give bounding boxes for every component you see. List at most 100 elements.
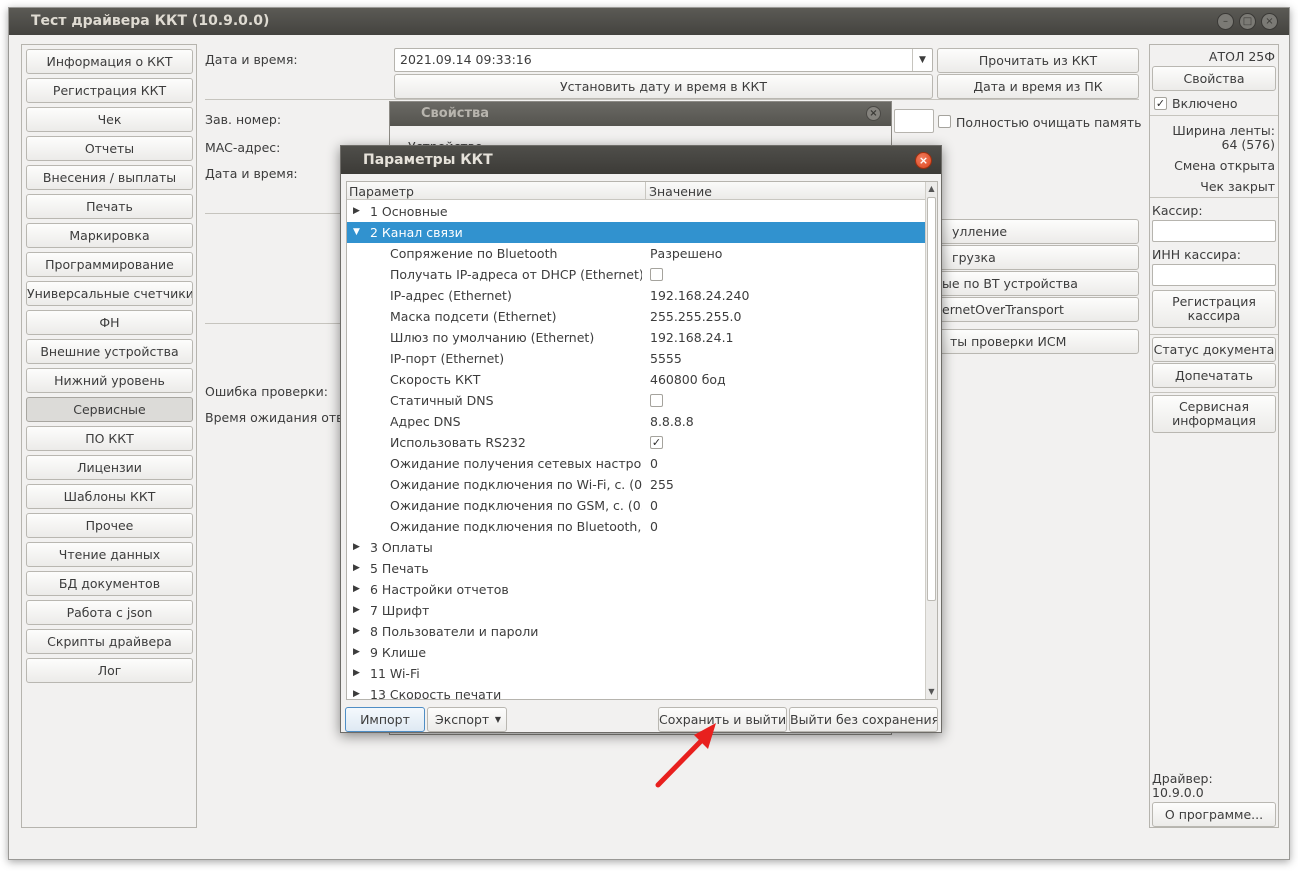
expanded-arrow-icon[interactable]: ▼ (353, 222, 363, 243)
tree-row[interactable]: Маска подсети (Ethernet) 255.255.255.0 (347, 306, 926, 327)
sidebar-item[interactable]: Программирование (26, 252, 193, 277)
register-cashier-button[interactable]: Регистрация кассира (1152, 290, 1276, 328)
sidebar-item[interactable]: Нижний уровень (26, 368, 193, 393)
collapsed-arrow-icon[interactable]: ▶ (353, 684, 363, 699)
close-icon[interactable]: × (1261, 13, 1278, 30)
sidebar-item[interactable]: Сервисные (26, 397, 193, 422)
sidebar-item[interactable]: ФН (26, 310, 193, 335)
col-param-header[interactable]: Параметр (349, 184, 414, 199)
ethernet-over-transport-button[interactable]: ernetOverTransport (939, 297, 1139, 322)
row-param-value[interactable]: 460800 бод (650, 369, 726, 390)
vertical-scrollbar[interactable]: ▲ ▼ (925, 182, 937, 699)
read-from-kkt-button[interactable]: Прочитать из ККТ (937, 48, 1139, 73)
row-param-value[interactable]: 255.255.255.0 (650, 306, 741, 327)
enabled-checkbox[interactable]: ✓ (1154, 97, 1167, 110)
row-param-value[interactable]: 0 (650, 495, 658, 516)
row-param-value[interactable]: 192.168.24.1 (650, 327, 734, 348)
tree-row[interactable]: IP-адрес (Ethernet) 192.168.24.240 (347, 285, 926, 306)
tree-row[interactable]: ▶ 3 Оплаты (347, 537, 926, 558)
sidebar-item[interactable]: Внешние устройства (26, 339, 193, 364)
cashier-input[interactable] (1152, 220, 1276, 242)
row-value-checkbox[interactable]: ✓ (650, 436, 663, 449)
exit-without-save-button[interactable]: Выйти без сохранения (789, 707, 938, 732)
collapsed-arrow-icon[interactable]: ▶ (353, 621, 363, 642)
sidebar-item[interactable]: Маркировка (26, 223, 193, 248)
bt-device-button[interactable]: ые по ВТ устройства (939, 271, 1139, 296)
sidebar-item[interactable]: Работа с json (26, 600, 193, 625)
row-value-checkbox[interactable] (650, 394, 663, 407)
minimize-icon[interactable]: – (1217, 13, 1234, 30)
full-clear-checkbox[interactable] (938, 115, 951, 128)
collapsed-arrow-icon[interactable]: ▶ (353, 579, 363, 600)
sidebar-item[interactable]: Внесения / выплаты (26, 165, 193, 190)
import-button[interactable]: Импорт (345, 707, 425, 732)
tree-row[interactable]: ▼ 2 Канал связи (347, 222, 926, 243)
sidebar-item[interactable]: Шаблоны ККТ (26, 484, 193, 509)
collapsed-arrow-icon[interactable]: ▶ (353, 537, 363, 558)
collapsed-arrow-icon[interactable]: ▶ (353, 663, 363, 684)
row-param-value[interactable]: 255 (650, 474, 674, 495)
tree-row[interactable]: Ожидание получения сетевых настро... 0 (347, 453, 926, 474)
params-tree[interactable]: Параметр Значение ▶ 1 Основные ▼ 2 Канал св… (346, 181, 938, 700)
reset-button[interactable]: улление (939, 219, 1139, 244)
set-datetime-button[interactable]: Установить дату и время в ККТ (394, 74, 933, 99)
properties-button[interactable]: Свойства (1152, 66, 1276, 91)
dropdown-chevron-icon[interactable]: ▼ (912, 49, 932, 71)
tree-row[interactable]: ▶ 1 Основные (347, 201, 926, 222)
document-status-button[interactable]: Статус документа (1152, 337, 1276, 362)
row-param-value[interactable]: 0 (650, 516, 658, 537)
collapsed-arrow-icon[interactable]: ▶ (353, 201, 363, 222)
tree-row[interactable]: Статичный DNS (347, 390, 926, 411)
collapsed-arrow-icon[interactable]: ▶ (353, 642, 363, 663)
tree-row[interactable]: ▶ 11 Wi-Fi (347, 663, 926, 684)
sidebar-item[interactable]: Чтение данных (26, 542, 193, 567)
scroll-thumb[interactable] (927, 197, 936, 601)
cashier-inn-input[interactable] (1152, 264, 1276, 286)
reprint-button[interactable]: Допечатать (1152, 363, 1276, 388)
tree-row[interactable]: Использовать RS232 ✓ (347, 432, 926, 453)
sidebar-item[interactable]: Лог (26, 658, 193, 683)
collapsed-arrow-icon[interactable]: ▶ (353, 558, 363, 579)
tree-row[interactable]: ▶ 6 Настройки отчетов (347, 579, 926, 600)
sidebar-item[interactable]: Печать (26, 194, 193, 219)
tree-row[interactable]: ▶ 9 Клише (347, 642, 926, 663)
tree-row[interactable]: Ожидание подключения по Bluetooth,... 0 (347, 516, 926, 537)
sidebar-item[interactable]: Лицензии (26, 455, 193, 480)
ism-check-button[interactable]: ты проверки ИСМ (939, 329, 1139, 354)
tree-row[interactable]: Адрес DNS 8.8.8.8 (347, 411, 926, 432)
load-button[interactable]: грузка (939, 245, 1139, 270)
row-param-value[interactable]: 0 (650, 453, 658, 474)
sidebar-item[interactable]: БД документов (26, 571, 193, 596)
sidebar-item[interactable]: Регистрация ККТ (26, 78, 193, 103)
row-param-value[interactable]: 192.168.24.240 (650, 285, 749, 306)
sidebar-item[interactable]: Скрипты драйвера (26, 629, 193, 654)
tree-row[interactable]: ▶ 7 Шрифт (347, 600, 926, 621)
col-value-header[interactable]: Значение (649, 184, 712, 199)
sidebar-item[interactable]: Отчеты (26, 136, 193, 161)
sidebar-item[interactable]: Информация о ККТ (26, 49, 193, 74)
row-param-value[interactable]: 8.8.8.8 (650, 411, 694, 432)
tree-row[interactable]: Сопряжение по Bluetooth Разрешено (347, 243, 926, 264)
row-param-value[interactable]: Разрешено (650, 243, 722, 264)
datetime-input[interactable]: 2021.09.14 09:33:16 ▼ (394, 48, 933, 72)
scroll-down-icon[interactable]: ▼ (926, 685, 937, 699)
tree-row[interactable]: ▶ 8 Пользователи и пароли (347, 621, 926, 642)
tree-row[interactable]: ▶ 5 Печать (347, 558, 926, 579)
close-icon[interactable]: × (915, 152, 932, 169)
sidebar-item[interactable]: ПО ККТ (26, 426, 193, 451)
close-icon[interactable]: × (866, 106, 881, 121)
scroll-up-icon[interactable]: ▲ (926, 182, 937, 196)
row-value-checkbox[interactable] (650, 268, 663, 281)
maximize-icon[interactable]: □ (1239, 13, 1256, 30)
tree-row[interactable]: Ожидание подключения по GSM, с. (0... 0 (347, 495, 926, 516)
sidebar-item[interactable]: Прочее (26, 513, 193, 538)
tree-row[interactable]: Скорость ККТ 460800 бод (347, 369, 926, 390)
service-info-button[interactable]: Сервисная информация (1152, 395, 1276, 433)
serial-input-edge[interactable] (894, 109, 934, 133)
tree-row[interactable]: ▶ 13 Скорость печати (347, 684, 926, 699)
about-button[interactable]: О программе... (1152, 802, 1276, 827)
tree-row[interactable]: Ожидание подключения по Wi-Fi, с. (0... 2… (347, 474, 926, 495)
row-param-value[interactable]: 5555 (650, 348, 682, 369)
collapsed-arrow-icon[interactable]: ▶ (353, 600, 363, 621)
tree-row[interactable]: Шлюз по умолчанию (Ethernet) 192.168.24.1 (347, 327, 926, 348)
